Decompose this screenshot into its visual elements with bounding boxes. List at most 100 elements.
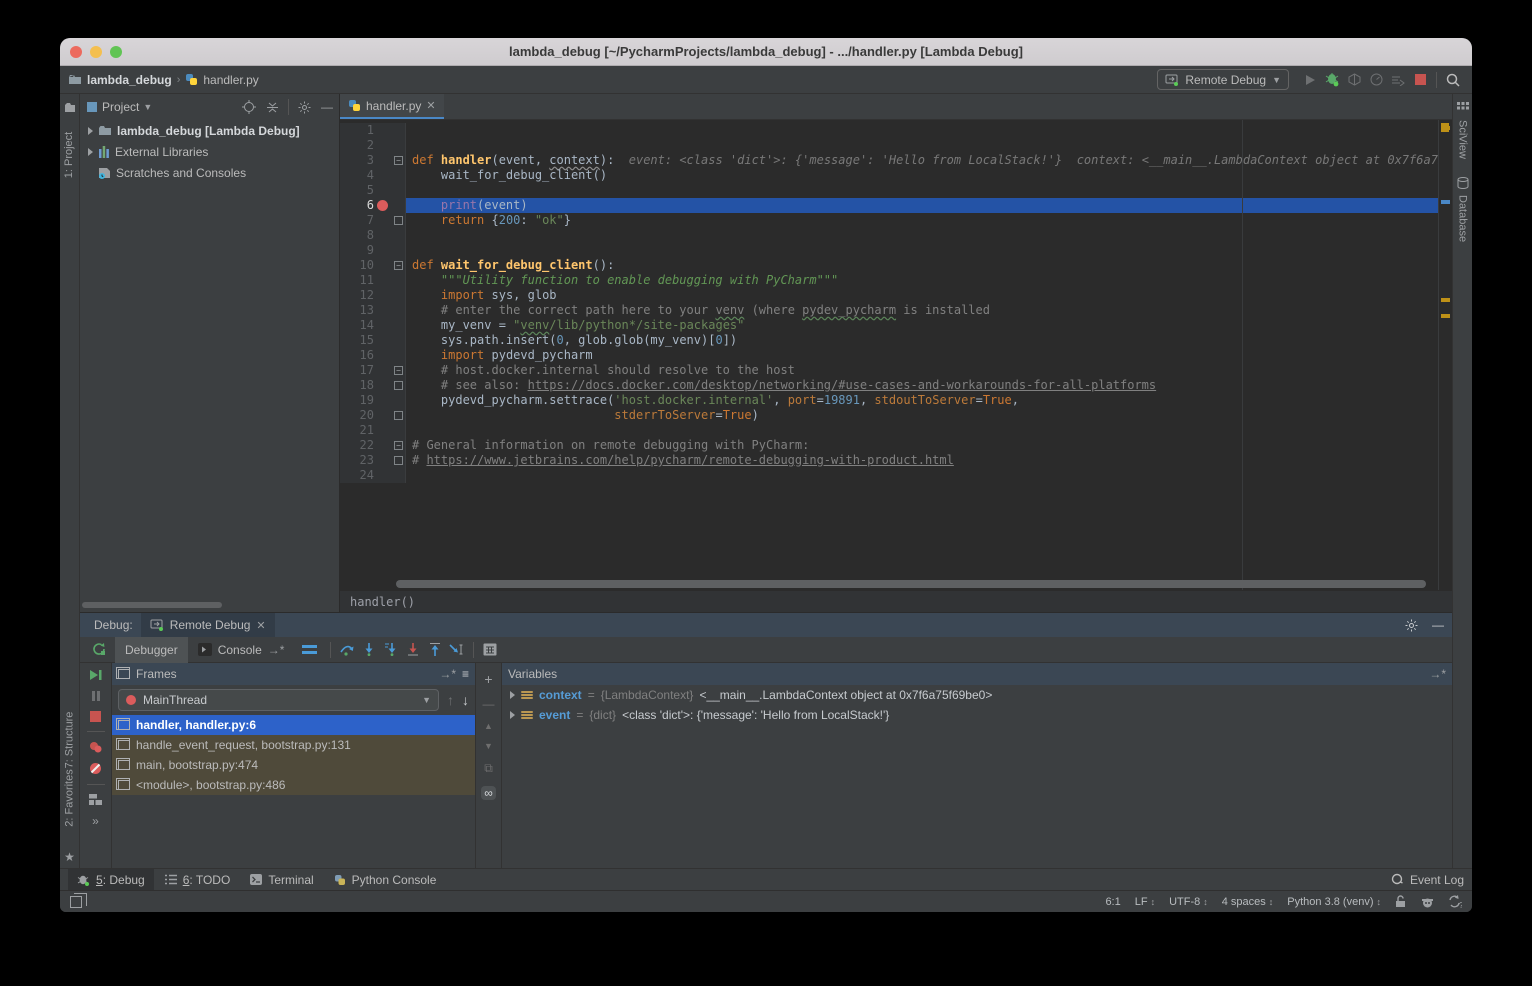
stripe-favorites-button[interactable]: 2: Favorites [64,769,76,826]
code-text[interactable]: def wait_for_debug_client(): [406,258,1438,273]
project-tree-item[interactable]: Scratches and Consoles [80,162,339,183]
fold-open-icon[interactable]: − [394,441,403,450]
fold-gutter[interactable] [392,213,406,228]
line-number[interactable]: 22 [340,438,374,453]
editor-hscrollbar[interactable] [396,580,1436,588]
fold-open-icon[interactable]: − [394,366,403,375]
code-text[interactable]: return {200: "ok"} [406,213,1438,228]
code-text[interactable]: # General information on remote debuggin… [406,438,1438,453]
gutter-icon-area[interactable] [374,288,392,303]
line-number[interactable]: 15 [340,333,374,348]
line-number[interactable]: 17 [340,363,374,378]
previous-frame-icon[interactable]: ↑ [447,692,454,708]
fold-gutter[interactable] [392,318,406,333]
tool-window-tab-todo[interactable]: 6: TODO [156,869,240,891]
gutter-icon-area[interactable] [374,243,392,258]
fold-gutter[interactable]: − [392,438,406,453]
menu-icon[interactable]: ≡ [462,667,469,681]
line-number[interactable]: 9 [340,243,374,258]
error-stripe-mark[interactable] [1441,200,1450,204]
fold-gutter[interactable]: − [392,153,406,168]
variable-row[interactable]: context = {LambdaContext} <__main__.Lamb… [502,685,1452,705]
fold-gutter[interactable] [392,228,406,243]
fold-open-icon[interactable]: − [394,156,403,165]
editor-breadcrumb[interactable]: handler() [340,590,1452,612]
line-number[interactable]: 19 [340,393,374,408]
frame-row[interactable]: main, bootstrap.py:474 [112,755,475,775]
line-number[interactable]: 10 [340,258,374,273]
project-tree-item[interactable]: lambda_debug [Lambda Debug] [80,120,339,141]
pin-output-icon[interactable]: →* [268,643,285,657]
resume-icon[interactable] [89,669,102,681]
pin-icon[interactable]: →* [1429,667,1446,681]
pin-icon[interactable]: →* [439,667,456,681]
event-log-button[interactable]: Event Log [1410,873,1464,887]
code-text[interactable]: # host.docker.internal should resolve to… [406,363,1438,378]
gutter-icon-area[interactable] [374,333,392,348]
line-number[interactable]: 21 [340,423,374,438]
fold-gutter[interactable] [392,183,406,198]
expand-icon[interactable] [510,691,515,699]
expand-icon[interactable] [510,711,515,719]
fold-gutter[interactable] [392,138,406,153]
frame-row[interactable]: handler, handler.py:6 [112,715,475,735]
line-number[interactable]: 5 [340,183,374,198]
code-text[interactable]: # see also: https://docs.docker.com/desk… [406,378,1438,393]
variable-row[interactable]: event = {dict} <class 'dict'>: {'message… [502,705,1452,725]
line-number[interactable]: 6 [340,198,374,213]
gutter-icon-area[interactable] [374,318,392,333]
run-configuration-select[interactable]: Remote Debug ▼ [1157,69,1289,90]
gutter-icon-area[interactable] [374,393,392,408]
collapse-all-icon[interactable] [266,101,279,114]
debug-session-tab[interactable]: Remote Debug ✕ [141,613,275,637]
gutter-icon-area[interactable] [374,198,392,213]
fold-gutter[interactable] [392,468,406,483]
stripe-structure-button[interactable]: 7: Structure [64,712,76,769]
line-number[interactable]: 2 [340,138,374,153]
view-breakpoints-icon[interactable] [89,741,102,753]
fold-gutter[interactable] [392,303,406,318]
stripe-database-button[interactable]: Database [1457,195,1469,242]
project-tree-item[interactable]: External Libraries [80,141,339,162]
coverage-button[interactable] [1343,70,1365,90]
concurrency-diagram-button[interactable] [1387,70,1409,90]
code-text[interactable]: pydevd_pycharm.settrace('host.docker.int… [406,393,1438,408]
duplicate-icon[interactable]: ⧉ [484,761,493,776]
code-text[interactable] [406,228,1438,243]
gutter-icon-area[interactable] [374,468,392,483]
inspections-profile-icon[interactable] [1421,896,1434,908]
gutter-icon-area[interactable] [374,363,392,378]
gutter-icon-area[interactable] [374,123,392,138]
tab-console[interactable]: Console →* [188,637,295,663]
fold-gutter[interactable]: − [392,258,406,273]
tool-window-switcher-icon[interactable] [70,896,82,908]
step-over-icon[interactable] [336,640,358,660]
close-icon[interactable]: ✕ [256,619,265,632]
line-number[interactable]: 7 [340,213,374,228]
run-button[interactable] [1299,70,1321,90]
fold-gutter[interactable] [392,378,406,393]
thread-select[interactable]: MainThread ▼ [118,689,439,711]
gutter-icon-area[interactable] [374,273,392,288]
pause-icon[interactable] [91,690,101,702]
close-icon[interactable]: ✕ [426,99,435,112]
breakpoint-icon[interactable] [377,200,388,211]
gutter-icon-area[interactable] [374,423,392,438]
error-stripe-mark[interactable] [1441,298,1450,302]
frame-row[interactable]: <module>, bootstrap.py:486 [112,775,475,795]
line-number[interactable]: 12 [340,288,374,303]
gutter-icon-area[interactable] [374,138,392,153]
frame-row[interactable]: handle_event_request, bootstrap.py:131 [112,735,475,755]
caret-position[interactable]: 6:1 [1105,896,1120,908]
stop-button[interactable] [1409,70,1431,90]
error-stripe[interactable] [1438,120,1452,590]
code-text[interactable] [406,123,1438,138]
update-status-icon[interactable]: ? [1448,895,1462,908]
code-text[interactable] [406,138,1438,153]
project-scrollbar[interactable] [82,602,222,608]
project-panel-title[interactable]: Project [102,100,139,114]
code-text[interactable]: import sys, glob [406,288,1438,303]
code-text[interactable]: import pydevd_pycharm [406,348,1438,363]
code-text[interactable]: """Utility function to enable debugging … [406,273,1438,288]
fold-gutter[interactable] [392,408,406,423]
